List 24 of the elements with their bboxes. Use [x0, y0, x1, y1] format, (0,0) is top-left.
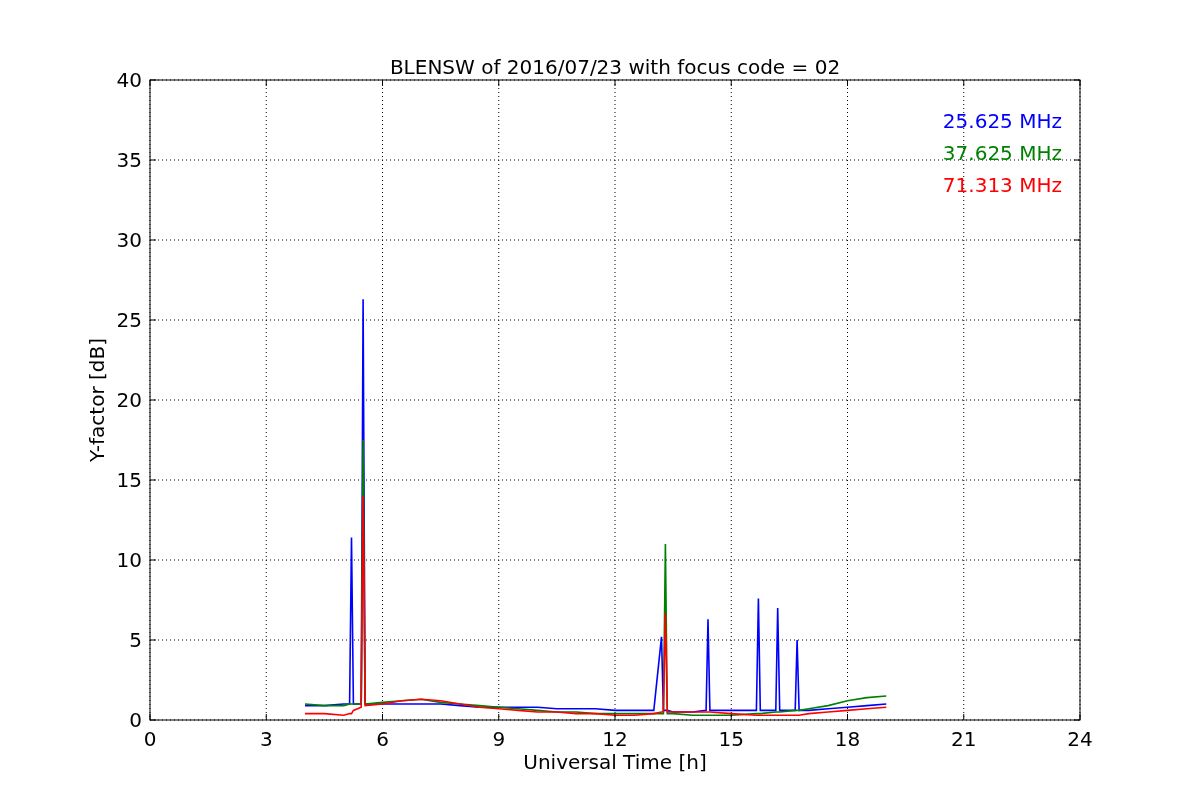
legend-label: 25.625 MHz [942, 109, 1062, 133]
tick-label: 6 [376, 727, 389, 751]
tick-label: 20 [116, 388, 142, 412]
x-axis-label: Universal Time [h] [523, 750, 707, 774]
tick-label: 15 [116, 468, 142, 492]
legend-label: 37.625 MHz [942, 141, 1062, 165]
tick-label: 10 [116, 548, 142, 572]
tick-label: 24 [1067, 727, 1093, 751]
tick-label: 30 [116, 228, 142, 252]
tick-label: 15 [718, 727, 744, 751]
tick-label: 18 [834, 727, 861, 751]
tick-label: 0 [143, 727, 157, 751]
tick-label: 9 [492, 727, 506, 751]
tick-label: 3 [259, 727, 273, 751]
tick-label: 5 [129, 628, 142, 652]
chart-title: BLENSW of 2016/07/23 with focus code = 02 [389, 55, 841, 79]
tick-label: 0 [129, 708, 142, 732]
y-axis-label: Y-factor [dB] [85, 338, 109, 462]
tick-label: 25 [116, 308, 142, 332]
tick-label: 21 [951, 727, 977, 751]
legend-label: 71.313 MHz [942, 173, 1062, 197]
tick-label: 12 [602, 727, 628, 751]
tick-label: 40 [116, 68, 142, 92]
tick-label: 35 [116, 148, 142, 172]
